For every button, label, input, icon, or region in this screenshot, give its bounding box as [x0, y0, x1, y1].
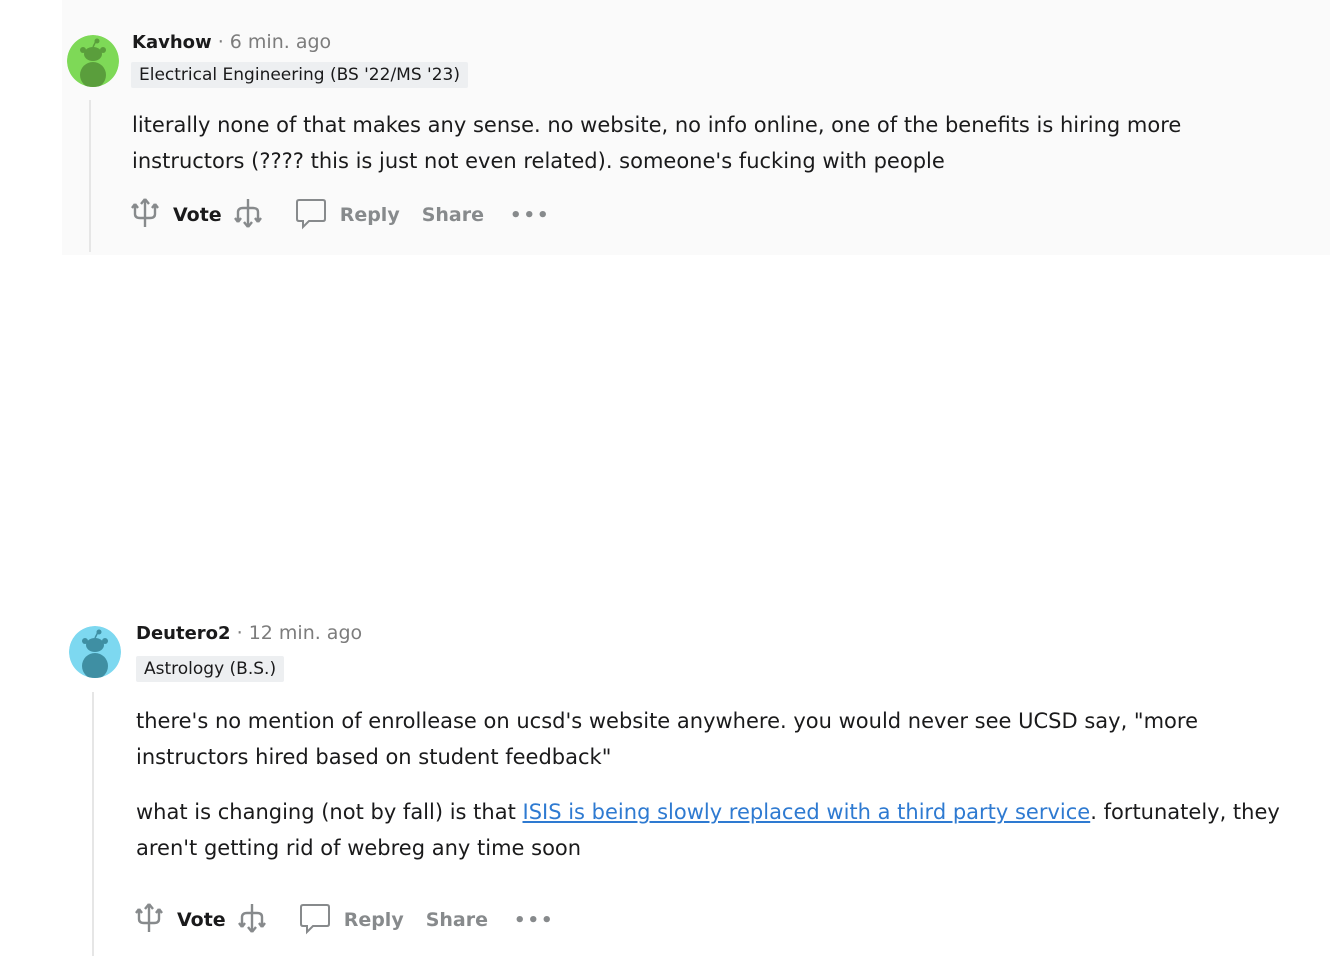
meta-separator: · — [236, 622, 243, 644]
comment-header: Kavhow · 6 min. ago — [132, 31, 331, 54]
avatar[interactable] — [69, 626, 121, 678]
comment-body: there's no mention of enrollease on ucsd… — [136, 703, 1306, 885]
vote-score: Vote — [177, 909, 226, 931]
comment-paragraph: what is changing (not by fall) is that I… — [136, 794, 1306, 866]
comment-actions: Vote Reply Share ••• — [127, 195, 551, 235]
avatar[interactable] — [67, 35, 119, 87]
upvote-icon[interactable] — [127, 196, 163, 235]
timestamp[interactable]: 6 min. ago — [230, 31, 331, 53]
thread-line[interactable] — [89, 100, 91, 252]
reply-button[interactable]: Reply — [298, 901, 404, 940]
reply-label: Reply — [339, 204, 400, 226]
upvote-icon[interactable] — [131, 901, 167, 940]
author-name[interactable]: Kavhow — [132, 32, 212, 53]
share-button[interactable]: Share — [426, 909, 488, 931]
thread-line[interactable] — [92, 692, 94, 956]
comment-paragraph: literally none of that makes any sense. … — [132, 113, 1182, 173]
comment-bubble-icon — [298, 901, 332, 940]
share-button[interactable]: Share — [422, 204, 484, 226]
snoo-avatar-icon — [69, 626, 121, 678]
reply-label: Reply — [343, 909, 404, 931]
snoo-avatar-icon — [67, 35, 119, 87]
downvote-icon[interactable] — [234, 901, 270, 940]
author-name[interactable]: Deutero2 — [136, 623, 231, 644]
isis-replacement-link[interactable]: ISIS is being slowly replaced with a thi… — [523, 800, 1091, 824]
comment-body: literally none of that makes any sense. … — [132, 107, 1282, 198]
vote-score: Vote — [173, 204, 222, 226]
user-flair: Astrology (B.S.) — [136, 656, 285, 682]
comment-header: Deutero2 · 12 min. ago — [136, 622, 362, 645]
comment-paragraph: there's no mention of enrollease on ucsd… — [136, 709, 1198, 769]
more-options-icon[interactable]: ••• — [510, 205, 551, 226]
comment-bubble-icon — [294, 196, 328, 235]
user-flair: Electrical Engineering (BS '22/MS '23) — [131, 62, 468, 88]
meta-separator: · — [217, 31, 224, 53]
paragraph-text: what is changing (not by fall) is that — [136, 800, 523, 824]
reply-button[interactable]: Reply — [294, 196, 400, 235]
downvote-icon[interactable] — [230, 196, 266, 235]
more-options-icon[interactable]: ••• — [514, 910, 555, 931]
timestamp[interactable]: 12 min. ago — [249, 622, 362, 644]
comment-actions: Vote Reply Share ••• — [131, 898, 555, 942]
